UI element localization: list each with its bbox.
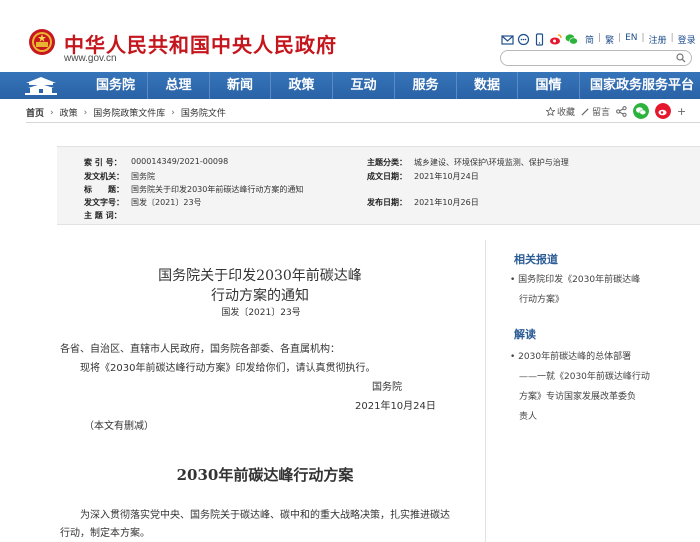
article-title-line: 国务院关于印发2030年前碳达峰 [158,268,362,284]
article-title: 国务院关于印发2030年前碳达峰 行动方案的通知 [100,266,420,306]
meta-value: 国发〔2021〕23号 [131,198,202,207]
article-addressee: 各省、自治区、直辖市人民政府，国务院各部委、各直属机构： [60,344,340,355]
share-icon[interactable] [616,105,627,117]
meta-row-category: 主题分类： 城乡建设、环境保护\环境监测、保护与治理 [367,157,569,168]
meta-row-index: 索 引 号： 000014349/2021-00098 [84,157,228,168]
interpretation-item[interactable]: • 2030年前碳达峰的总体部署 ——一就《2030年前碳达峰行动 方案》专访国… [510,347,688,427]
wechat-icon[interactable] [565,33,578,46]
meta-key: 成文日期： [367,172,407,181]
search-box [500,50,692,70]
chevron-right-icon: › [50,107,54,118]
meta-key: 发文机关： [84,172,124,181]
interpretation-line: 方案》专访国家发展改革委负 [519,392,637,402]
interpretation-line: 2030年前碳达峰的总体部署 [518,352,632,362]
meta-value: 城乡建设、环境保护\环境监测、保护与治理 [414,158,569,167]
wechat-share-icon[interactable] [633,103,650,119]
star-icon [546,106,555,116]
main-nav: 国务院 总理 新闻 政策 互动 服务 数据 国情 国家政务服务平台 [0,72,700,99]
breadcrumb-state-council-docs[interactable]: 国务院文件 [181,106,226,119]
traditional-link[interactable]: 繁 [605,33,614,46]
nav-item-policy[interactable]: 政策 [271,72,332,99]
comment-icon[interactable] [517,33,530,46]
tiananmen-home-icon[interactable] [22,74,60,97]
meta-row-doc-no: 发文字号： 国发〔2021〕23号 [84,197,202,208]
language-login-links: 简 | 繁 | EN | 注册 | 登录 [585,33,696,46]
meta-row-title: 标 题： 国务院关于印发2030年前碳达峰行动方案的通知 [84,184,303,195]
nav-item-premier[interactable]: 总理 [148,72,209,99]
related-report-line: 国务院印发《2030年前碳达峰 [518,275,641,285]
comment-button[interactable]: 留言 [581,105,610,118]
weibo-share-icon[interactable] [655,103,672,119]
meta-key: 主题分类： [367,158,407,167]
meta-value: 国务院 [131,172,155,181]
search-icon[interactable] [676,53,686,63]
search-input[interactable] [509,56,679,70]
top-share-icons [501,32,578,46]
simplified-link[interactable]: 简 [585,33,594,46]
interpretation-line: 责人 [519,412,538,422]
article-doc-number: 国发〔2021〕23号 [221,308,301,318]
site-url: www.gov.cn [64,53,117,64]
article-date: 2021年10月24日 [355,401,436,412]
weibo-icon[interactable] [549,33,562,46]
meta-key: 标 题： [84,185,124,194]
article-signature: 国务院 [372,382,402,393]
chevron-right-icon: › [83,107,88,118]
nav-item-national-info[interactable]: 国情 [518,72,579,99]
plan-intro-line: 为深入贯彻落实党中央、国务院关于碳达峰、碳中和的重大战略决策，扎实推进碳达 [80,510,450,521]
site-header: 中华人民共和国中央人民政府 www.gov.cn 简 | 繁 | EN | 注册… [0,0,700,72]
sidebar-divider [485,240,486,542]
article-title-line: 行动方案的通知 [211,288,309,304]
mobile-icon[interactable] [533,32,546,46]
comment-label: 留言 [592,107,611,118]
meta-row-issuer: 发文机关： 国务院 [84,171,155,182]
interpretation-line: ——一就《2030年前碳达峰行动 [519,372,650,382]
breadcrumb-policy-library[interactable]: 国务院政策文件库 [93,106,165,119]
meta-value: 国务院关于印发2030年前碳达峰行动方案的通知 [131,185,304,194]
document-metadata: 索 引 号： 000014349/2021-00098 发文机关： 国务院 标 … [57,146,700,225]
header-divider [26,122,700,123]
meta-row-subject: 主 题 词： [84,210,131,221]
meta-value: 000014349/2021-00098 [131,157,229,166]
article-body: 现将《2030年前碳达峰行动方案》印发给你们，请认真贯彻执行。 [80,363,376,374]
related-reports-heading: 相关报道 [514,253,558,266]
meta-key: 主 题 词： [84,211,122,220]
article-tools: 收藏 留言 + [546,103,686,119]
nav-item-gov-services-platform[interactable]: 国家政务服务平台 [580,72,694,99]
meta-row-date-published: 发布日期： 2021年10月26日 [367,197,479,208]
article-note: （本文有删减） [84,421,154,432]
related-report-item[interactable]: • 国务院印发《2030年前碳达峰 行动方案》 [510,270,688,310]
favorite-button[interactable]: 收藏 [546,105,575,118]
more-share-icon[interactable]: + [677,105,686,118]
english-link[interactable]: EN [625,33,637,46]
nav-item-news[interactable]: 新闻 [210,72,270,99]
meta-value: 2021年10月26日 [414,198,479,207]
pencil-icon [581,107,589,116]
plan-intro-line: 行动，制定本方案。 [60,528,150,539]
national-emblem-icon[interactable] [28,28,56,56]
meta-key: 发布日期： [367,198,407,207]
nav-item-data[interactable]: 数据 [457,72,517,99]
nav-items: 国务院 总理 新闻 政策 互动 服务 数据 国情 国家政务服务平台 [84,72,694,99]
meta-row-date-created: 成文日期： 2021年10月24日 [367,171,479,182]
meta-value: 2021年10月24日 [414,172,479,181]
interpretation-heading: 解读 [514,328,536,341]
register-link[interactable]: 注册 [649,33,667,46]
breadcrumb-policy[interactable]: 政策 [60,106,78,119]
related-report-line: 行动方案》 [519,295,565,305]
email-icon[interactable] [501,33,514,46]
login-link[interactable]: 登录 [678,33,696,46]
chevron-right-icon: › [171,107,175,118]
nav-item-interaction[interactable]: 互动 [333,72,394,99]
plan-title: 2030年前碳达峰行动方案 [176,466,354,484]
meta-key: 索 引 号： [84,158,122,167]
nav-item-state-council[interactable]: 国务院 [84,72,147,99]
favorite-label: 收藏 [557,107,576,118]
breadcrumb: 首页 › 政策 › 国务院政策文件库 › 国务院文件 [26,106,226,120]
meta-key: 发文字号： [84,198,124,207]
nav-item-services[interactable]: 服务 [395,72,456,99]
breadcrumb-home[interactable]: 首页 [26,106,44,119]
